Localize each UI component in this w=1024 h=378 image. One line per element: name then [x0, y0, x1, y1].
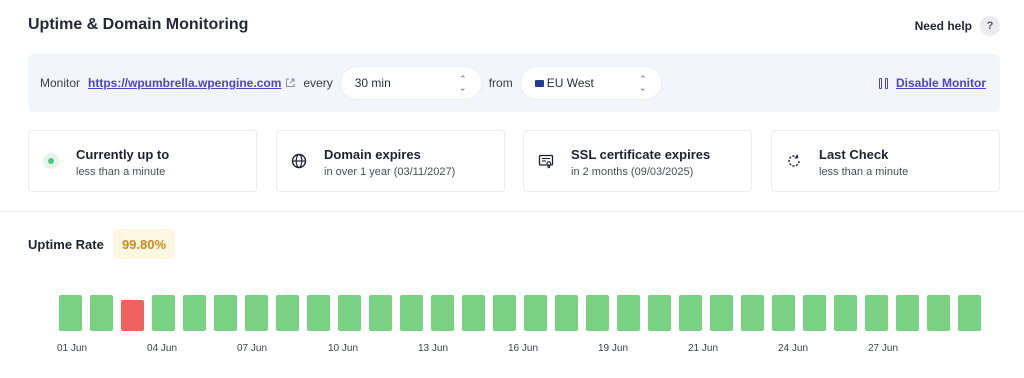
- uptime-bar-up[interactable]: [307, 295, 330, 331]
- uptime-bar-up[interactable]: [431, 295, 454, 331]
- x-axis-label: 24 Jun: [778, 343, 809, 354]
- help-label: Need help: [914, 19, 972, 33]
- uptime-bar-up[interactable]: [276, 295, 299, 331]
- question-icon[interactable]: ?: [980, 16, 1000, 36]
- x-axis-label: 07 Jun: [237, 343, 268, 354]
- x-axis-label: 13 Jun: [418, 343, 449, 354]
- uptime-bars: [59, 295, 989, 331]
- help-link[interactable]: Need help ?: [915, 16, 1000, 36]
- x-axis-label: 16 Jun: [508, 343, 539, 354]
- monitor-url-link[interactable]: https://wpumbrella.wpengine.com: [88, 76, 281, 90]
- card-title: Last Check: [819, 147, 889, 162]
- uptime-bar-up[interactable]: [524, 295, 547, 331]
- every-label: every: [303, 76, 333, 90]
- uptime-bar-up[interactable]: [493, 295, 516, 331]
- uptime-bar-up[interactable]: [338, 295, 361, 331]
- x-axis-label: 10 Jun: [328, 343, 359, 354]
- x-axis-label: 27 Jun: [868, 343, 899, 354]
- uptime-bar-up[interactable]: [648, 295, 671, 331]
- interval-value: 30 min: [354, 76, 391, 90]
- uptime-bar-up[interactable]: [958, 295, 981, 331]
- x-axis-label: 04 Jun: [147, 343, 178, 354]
- uptime-bar-up[interactable]: [59, 295, 82, 331]
- uptime-bar-up[interactable]: [555, 295, 578, 331]
- x-axis-label: 19 Jun: [598, 343, 629, 354]
- uptime-bar-up[interactable]: [896, 295, 919, 331]
- uptime-bar-up[interactable]: [865, 295, 888, 331]
- chevron-updown-icon: ⌃ ⌃: [459, 74, 467, 93]
- uptime-bar-up[interactable]: [927, 295, 950, 331]
- monitoring-panel: Uptime & Domain Monitoring Need help ? M…: [0, 0, 1024, 212]
- uptime-bar-up[interactable]: [245, 295, 268, 331]
- uptime-bar-up[interactable]: [369, 295, 392, 331]
- card-last-check: Last Check less than a minute: [771, 130, 1000, 192]
- uptime-bar-up[interactable]: [462, 295, 485, 331]
- uptime-bar-up[interactable]: [214, 295, 237, 331]
- region-select[interactable]: EU West ⌃ ⌃: [520, 67, 661, 99]
- external-link-icon: [285, 78, 295, 88]
- certificate-icon: [538, 153, 554, 169]
- page-title: Uptime & Domain Monitoring: [28, 16, 249, 33]
- x-axis-label: 21 Jun: [688, 343, 719, 354]
- status-cards: Currently up to less than a minute Domai…: [28, 130, 1000, 192]
- pause-icon: [878, 77, 888, 89]
- card-ssl-expiry: SSL certificate expires in 2 months (09/…: [523, 130, 752, 192]
- card-title: Domain expires: [324, 147, 421, 162]
- uptime-bar-up[interactable]: [834, 295, 857, 331]
- card-subtitle: less than a minute: [819, 166, 909, 178]
- monitor-settings-bar: Monitor https://wpumbrella.wpengine.com …: [28, 54, 1000, 112]
- uptime-bar-up[interactable]: [710, 295, 733, 331]
- chevron-updown-icon: ⌃ ⌃: [639, 74, 647, 93]
- uptime-bar-up[interactable]: [400, 295, 423, 331]
- card-domain-expiry: Domain expires in over 1 year (03/11/202…: [276, 130, 505, 192]
- uptime-bar-up[interactable]: [617, 295, 640, 331]
- uptime-rate-badge: 99.80%: [113, 229, 175, 259]
- uptime-bar-down[interactable]: [121, 300, 144, 331]
- monitor-label: Monitor: [40, 76, 81, 90]
- from-label: from: [488, 76, 513, 90]
- uptime-bar-up[interactable]: [586, 295, 609, 331]
- uptime-bar-up[interactable]: [772, 295, 795, 331]
- uptime-bar-up[interactable]: [803, 295, 826, 331]
- disable-monitor-label: Disable Monitor: [895, 76, 986, 90]
- refresh-icon: [786, 153, 802, 169]
- card-subtitle: in over 1 year (03/11/2027): [324, 166, 456, 178]
- region-value: EU West: [546, 76, 594, 90]
- disable-monitor-button[interactable]: Disable Monitor: [878, 54, 986, 112]
- card-current-status: Currently up to less than a minute: [28, 130, 257, 192]
- globe-icon: [291, 153, 307, 169]
- uptime-rate-title: Uptime Rate: [28, 237, 104, 252]
- interval-select[interactable]: 30 min ⌃ ⌃: [340, 67, 481, 99]
- uptime-bar-up[interactable]: [183, 295, 206, 331]
- x-axis-label: 01 Jun: [57, 343, 88, 354]
- uptime-bar-up[interactable]: [152, 295, 175, 331]
- card-title: SSL certificate expires: [571, 147, 711, 162]
- eu-flag-icon: [534, 80, 544, 88]
- card-title: Currently up to: [76, 147, 170, 162]
- card-subtitle: less than a minute: [76, 166, 166, 178]
- uptime-bar-up[interactable]: [679, 295, 702, 331]
- status-dot-icon: [43, 153, 59, 169]
- card-subtitle: in 2 months (09/03/2025): [571, 166, 694, 178]
- uptime-bar-up[interactable]: [741, 295, 764, 331]
- uptime-bar-up[interactable]: [90, 295, 113, 331]
